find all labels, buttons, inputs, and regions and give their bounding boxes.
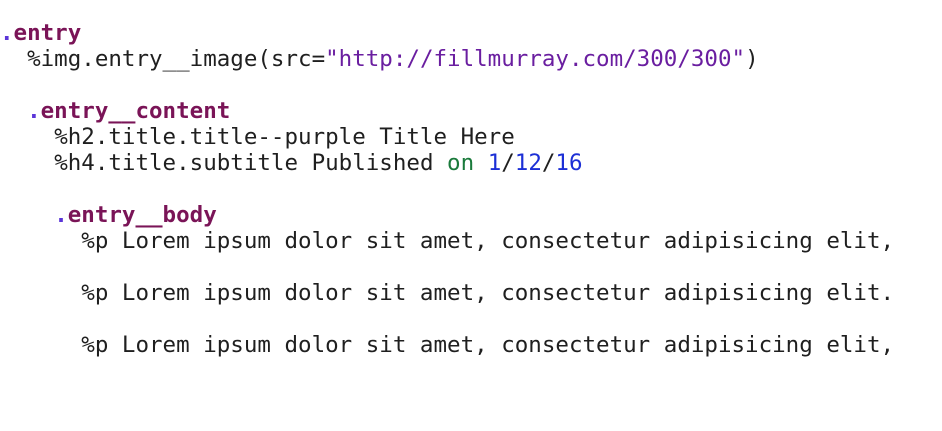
tag-text: Lorem ipsum dolor sit amet, consectetur … <box>108 332 895 358</box>
code-line-p-3[interactable]: %p Lorem ipsum dolor sit amet, consectet… <box>0 332 894 358</box>
code-line-img[interactable]: %img.entry__image(src="http://fillmurray… <box>0 46 759 72</box>
code-line-entry[interactable]: .entry <box>0 20 81 46</box>
tag-percent: % <box>54 150 68 176</box>
class-name-entry: entry <box>13 20 82 46</box>
tag-percent: % <box>54 124 68 150</box>
tag-text: Lorem ipsum dolor sit amet, consectetur … <box>108 228 895 254</box>
tag-text: Lorem ipsum dolor sit amet, consectetur … <box>108 280 895 306</box>
tag-text: Published <box>298 150 448 176</box>
close-paren: ) <box>745 46 759 72</box>
tag-percent: % <box>81 280 95 306</box>
keyword-on: on <box>447 150 475 176</box>
number-year: 16 <box>555 150 583 176</box>
code-line-h2[interactable]: %h2.title.title--purple Title Here <box>0 124 515 150</box>
tag-percent: % <box>27 46 41 72</box>
tag-percent: % <box>81 228 95 254</box>
attribute-string: "http://fillmurray.com/300/300" <box>325 46 746 72</box>
class-name-entry-content: entry__content <box>40 98 231 124</box>
tag-name: h2.title.title--purple <box>67 124 366 150</box>
class-dot: . <box>27 98 41 124</box>
tag-name: p <box>94 332 109 358</box>
code-line-p-1[interactable]: %p Lorem ipsum dolor sit amet, consectet… <box>0 228 894 254</box>
tag-name: p <box>94 280 109 306</box>
code-line-p-2[interactable]: %p Lorem ipsum dolor sit amet, consectet… <box>0 280 894 306</box>
number-day: 12 <box>514 150 542 176</box>
tag-name: img.entry__image(src= <box>40 46 326 72</box>
tag-text: Title Here <box>365 124 515 150</box>
number-month: 1 <box>487 150 502 176</box>
code-line-entry-body[interactable]: .entry__body <box>0 202 217 228</box>
code-line-entry-content[interactable]: .entry__content <box>0 98 230 124</box>
class-name-entry-body: entry__body <box>67 202 217 228</box>
slash: / <box>501 150 515 176</box>
class-dot: . <box>0 20 14 46</box>
tag-name: p <box>94 228 109 254</box>
code-editor[interactable]: .entry %img.entry__image(src="http://fil… <box>0 0 942 431</box>
code-line-h4[interactable]: %h4.title.subtitle Published on 1/12/16 <box>0 150 583 176</box>
tag-percent: % <box>81 332 95 358</box>
tag-name: h4.title.subtitle <box>67 150 299 176</box>
slash: / <box>541 150 556 176</box>
class-dot: . <box>54 202 68 228</box>
